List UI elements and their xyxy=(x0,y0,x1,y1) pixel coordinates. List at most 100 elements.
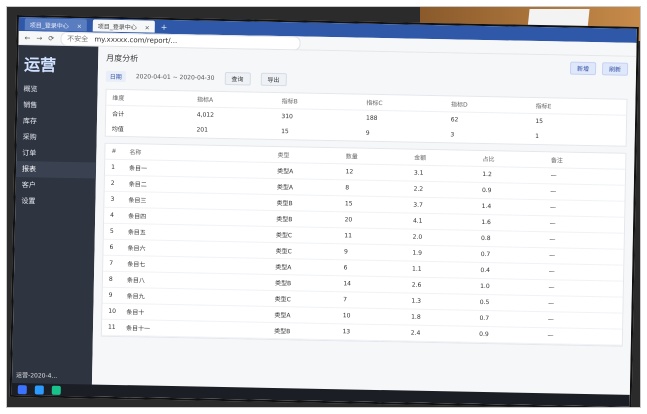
table-cell: 1.6 xyxy=(481,218,491,227)
table-cell: 0.9 xyxy=(481,186,492,195)
sidebar-item[interactable]: 设置 xyxy=(15,193,95,211)
table-header-cell: 类型 xyxy=(277,152,290,160)
export-button[interactable]: 导出 xyxy=(260,72,287,87)
table-cell: — xyxy=(547,316,554,324)
summary-cell: 201 xyxy=(196,126,209,134)
summary-cell: 合计 xyxy=(112,110,125,119)
table-cell: 1.8 xyxy=(411,313,421,321)
table-cell: 类型B xyxy=(274,280,292,288)
app-icon[interactable] xyxy=(51,385,61,395)
date-range-value[interactable]: 2020-04-01 ~ 2020-04-30 xyxy=(136,73,215,82)
reload-icon[interactable]: ⟳ xyxy=(48,34,54,42)
table-cell: 3.1 xyxy=(413,169,424,177)
summary-cell: 188 xyxy=(365,114,378,122)
sidebar-item[interactable]: 订单 xyxy=(16,145,96,163)
sidebar-item[interactable]: 概览 xyxy=(17,81,97,99)
close-icon[interactable]: × xyxy=(77,23,82,30)
table-cell: 条目五 xyxy=(127,229,146,237)
table-cell: 4 xyxy=(110,211,115,219)
query-button[interactable]: 查询 xyxy=(224,71,251,86)
table-cell: 类型A xyxy=(276,184,294,192)
summary-cell: 1 xyxy=(535,132,539,141)
table-cell: 类型B xyxy=(276,216,293,224)
table-body: 1 条目一 类型A 12 3.1 1.2—2 条目二 类型A 8 2.2 0.9—3 条目三 类型B 15… xyxy=(101,159,626,346)
monitor-screen: 项目_登录中心 × 项目_登录中心 × + ← → ⟳ 不安全 my.xxxxx… xyxy=(9,15,639,407)
sidebar-item[interactable]: 客户 xyxy=(16,177,96,195)
summary-cell: 62 xyxy=(450,116,459,124)
table-cell: 0.7 xyxy=(479,314,490,323)
sidebar: 运营 概览 销售 库存 采购 订单 报表 客户 设置 运营-2020-4... xyxy=(11,45,99,397)
table-cell: 条目十一 xyxy=(125,325,151,333)
download-item[interactable]: 运营-2020-4... xyxy=(16,370,57,380)
table-cell: 2.6 xyxy=(411,281,422,289)
summary-header-cell: 维度 xyxy=(112,94,125,103)
table-cell: 条目七 xyxy=(127,261,146,269)
sidebar-item[interactable]: 销售 xyxy=(17,97,97,115)
table-cell: 条目八 xyxy=(126,277,145,285)
photo-frame: 项目_登录中心 × 项目_登录中心 × + ← → ⟳ 不安全 my.xxxxx… xyxy=(6,6,641,408)
sidebar-item[interactable]: 库存 xyxy=(17,113,97,131)
summary-header-cell: 指标D xyxy=(450,101,468,109)
browser-tab-active[interactable]: 项目_登录中心 × xyxy=(92,19,155,33)
table-cell: 4.1 xyxy=(412,217,423,225)
table-cell: 9 xyxy=(343,248,348,256)
sidebar-item-active[interactable]: 报表 xyxy=(15,161,97,179)
new-tab-icon[interactable]: + xyxy=(161,22,168,31)
table-cell: 7 xyxy=(109,259,114,267)
page-actions: 新增 刷新 xyxy=(569,61,629,76)
table-cell: — xyxy=(550,188,557,196)
summary-cell: 均值 xyxy=(111,125,124,134)
browser-tab[interactable]: 项目_登录中心 × xyxy=(24,18,87,32)
sidebar-nav: 概览 销售 库存 采购 订单 报表 客户 设置 xyxy=(15,81,97,211)
sidebar-item[interactable]: 采购 xyxy=(17,129,97,147)
browser-icon[interactable] xyxy=(34,384,44,395)
forward-icon[interactable]: → xyxy=(36,34,42,42)
table-header-cell: 数量 xyxy=(345,153,358,161)
table-cell: 0.7 xyxy=(480,250,491,259)
refresh-button[interactable]: 刷新 xyxy=(601,62,629,76)
back-icon[interactable]: ← xyxy=(24,34,30,42)
date-range-label: 日期 xyxy=(105,70,126,83)
table-cell: 条目六 xyxy=(127,245,146,253)
table-cell: 11 xyxy=(107,323,116,331)
table-cell: 8 xyxy=(345,184,350,192)
table-header-cell: 金额 xyxy=(414,154,427,162)
table-header-cell: 备注 xyxy=(550,157,564,165)
summary-cell: 310 xyxy=(281,113,293,121)
browser-tab-label: 项目_登录中心 xyxy=(29,22,69,30)
summary-cell: 3 xyxy=(450,131,455,139)
table-cell: 5 xyxy=(109,227,114,235)
summary-header-cell: 指标E xyxy=(535,102,552,111)
table-cell: 2.4 xyxy=(410,329,421,337)
table-cell: 条目二 xyxy=(128,181,147,189)
table-cell: 6 xyxy=(343,264,348,272)
table-cell: 0.5 xyxy=(479,298,490,307)
table-cell: 1.9 xyxy=(412,249,422,257)
table-cell: 1.3 xyxy=(411,297,422,305)
summary-cell: 15 xyxy=(281,128,289,136)
table-cell: 3.7 xyxy=(413,201,423,209)
start-icon[interactable] xyxy=(17,384,27,394)
table-cell: 条目十 xyxy=(126,309,145,317)
table-cell: — xyxy=(548,284,555,292)
table-cell: 10 xyxy=(342,312,351,320)
security-label: 不安全 xyxy=(67,34,89,43)
table-cell: 10 xyxy=(108,307,117,315)
table-cell: 20 xyxy=(344,216,353,224)
summary-header-cell: 指标A xyxy=(196,96,214,104)
table-cell: 0.4 xyxy=(480,266,491,275)
table-cell: 类型C xyxy=(275,248,292,256)
summary-cell: 15 xyxy=(535,117,544,126)
summary-cell: 4,012 xyxy=(196,111,215,119)
summary-header-cell: 指标C xyxy=(366,99,383,108)
table-header-cell: # xyxy=(111,147,117,155)
summary-header-cell: 指标B xyxy=(281,98,298,106)
close-icon[interactable]: × xyxy=(145,24,150,31)
table-cell: 13 xyxy=(342,328,351,336)
add-button[interactable]: 新增 xyxy=(569,61,597,76)
table-cell: — xyxy=(548,300,555,308)
table-cell: 8 xyxy=(108,275,113,283)
app-logo: 运营 xyxy=(23,55,57,75)
table-cell: 类型A xyxy=(275,264,292,272)
table-cell: 12 xyxy=(345,168,354,176)
